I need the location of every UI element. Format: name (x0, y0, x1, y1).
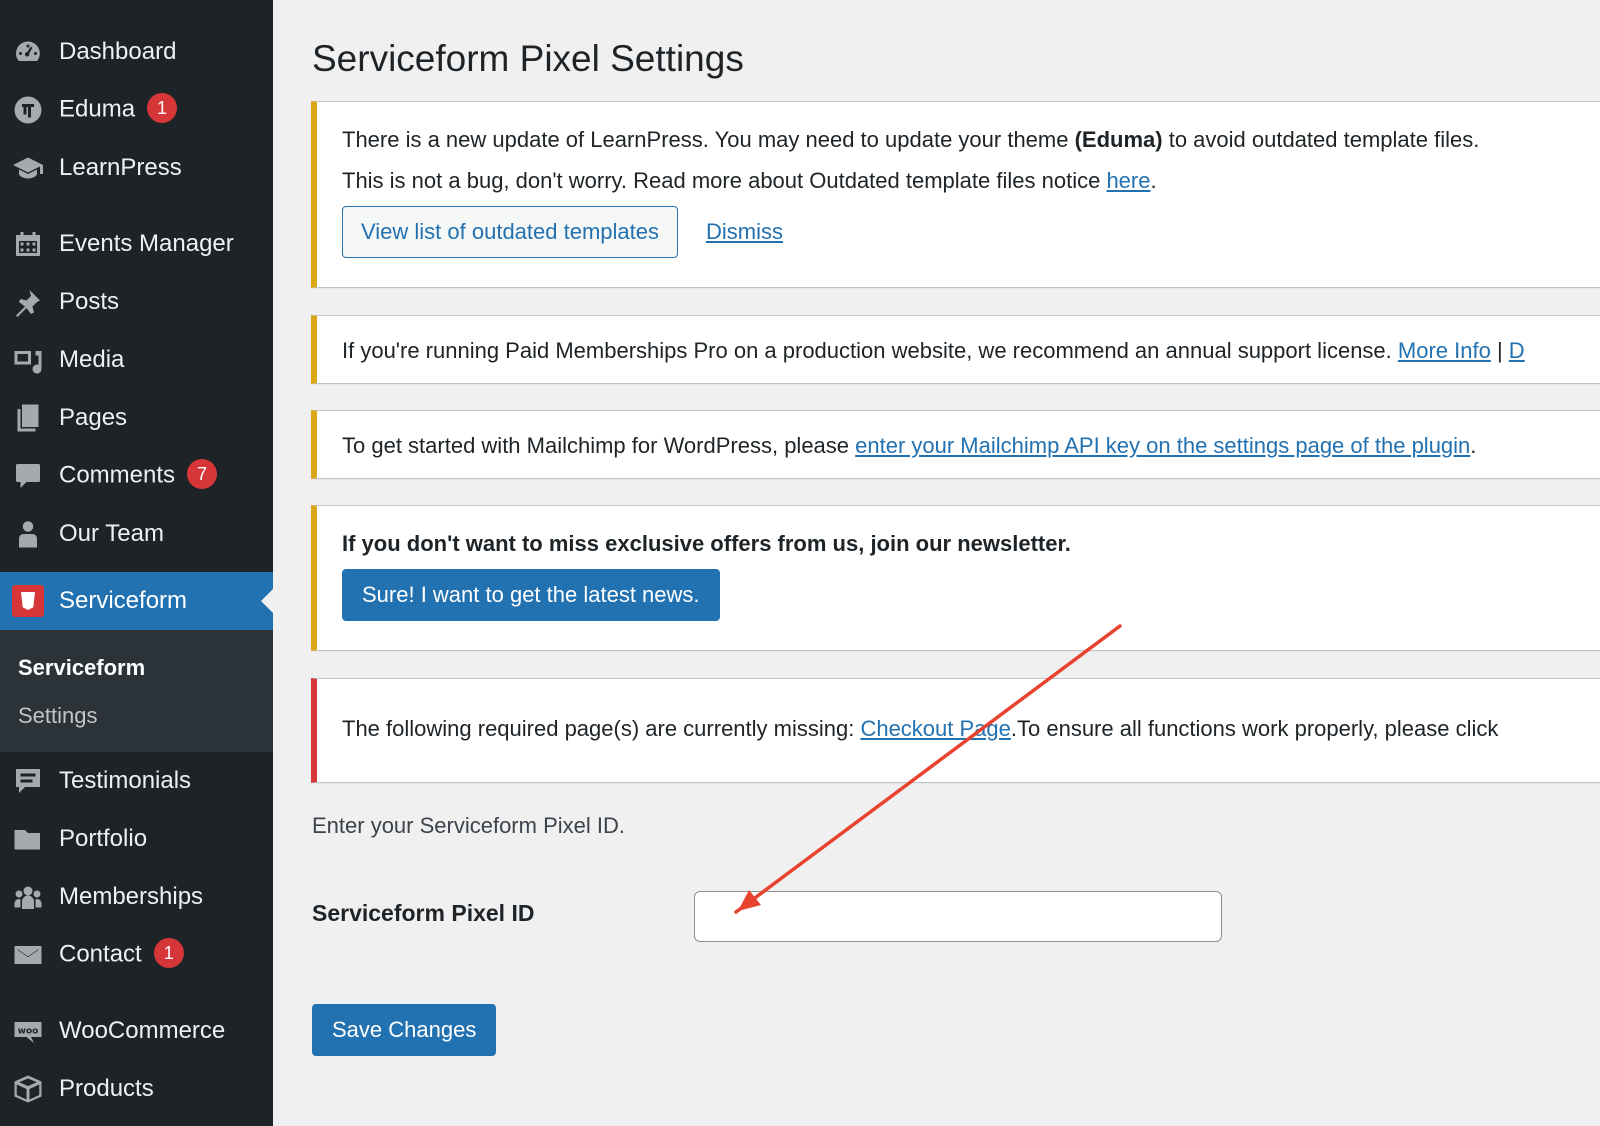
groups-icon (12, 881, 44, 913)
notice-message: If you're running Paid Memberships Pro o… (342, 338, 1398, 363)
update-count-badge: 1 (147, 93, 178, 123)
sidebar-item-posts[interactable]: Posts (0, 273, 273, 331)
notice-message: .To ensure all functions work properly, … (1010, 716, 1499, 741)
dashboard-icon (12, 36, 44, 68)
comment-icon (12, 460, 44, 492)
email-icon (12, 939, 44, 971)
active-indicator-arrow (261, 589, 273, 613)
sidebar-item-label: Media (59, 346, 125, 373)
link-separator: | (1490, 338, 1509, 363)
sidebar-item-label: Events Manager (59, 230, 234, 257)
contact-count-badge: 1 (153, 938, 184, 968)
truncated-link[interactable]: D (1509, 338, 1525, 363)
eduma-icon (12, 94, 44, 126)
sidebar-item-label: Contact (59, 940, 142, 968)
here-link[interactable]: here (1106, 168, 1150, 193)
calendar-icon (12, 228, 44, 260)
pin-icon (12, 286, 44, 318)
admin-sidebar: Dashboard Eduma 1 LearnPress Events Manag… (0, 0, 273, 1126)
more-info-link[interactable]: More Info (1398, 338, 1491, 363)
sidebar-item-eduma[interactable]: Eduma 1 (0, 81, 273, 139)
testimonial-icon (12, 765, 44, 797)
sidebar-item-memberships[interactable]: Memberships (0, 868, 273, 926)
sidebar-item-learnpress[interactable]: LearnPress (0, 139, 273, 197)
notice-line-1: There is a new update of LearnPress. You… (342, 127, 1479, 153)
pmpro-support-notice: If you're running Paid Memberships Pro o… (311, 315, 1600, 384)
notice-line-2: This is not a bug, don't worry. Read mor… (342, 168, 1157, 194)
sidebar-item-label: Eduma (59, 95, 136, 123)
serviceform-submenu: Serviceform Settings (0, 630, 273, 752)
sidebar-item-label: Portfolio (59, 825, 148, 852)
sidebar-item-serviceform[interactable]: Serviceform (0, 572, 273, 630)
sidebar-item-products[interactable]: Products (0, 1060, 273, 1118)
sidebar-item-label: LearnPress (59, 154, 182, 181)
mailchimp-notice: To get started with Mailchimp for WordPr… (311, 410, 1600, 479)
sidebar-item-label: Products (59, 1075, 154, 1102)
sidebar-item-label: Memberships (59, 883, 204, 910)
notice-text: If you're running Paid Memberships Pro o… (342, 338, 1525, 364)
page-title: Serviceform Pixel Settings (312, 38, 744, 79)
missing-pages-notice: The following required page(s) are curre… (311, 678, 1600, 783)
newsletter-message: If you don't want to miss exclusive offe… (342, 531, 1071, 556)
notice-punctuation: . (1470, 433, 1477, 458)
sidebar-item-dashboard[interactable]: Dashboard (0, 23, 273, 81)
view-outdated-templates-button[interactable]: View list of outdated templates (342, 206, 678, 258)
box-icon (12, 1073, 44, 1105)
submenu-item-serviceform[interactable]: Serviceform (18, 655, 145, 681)
subscribe-newsletter-button[interactable]: Sure! I want to get the latest news. (342, 569, 720, 621)
sidebar-item-label: Our Team (59, 520, 164, 547)
sidebar-item-label: Posts (59, 288, 120, 315)
notice-text: The following required page(s) are curre… (342, 716, 1498, 742)
svg-text:woo: woo (18, 1026, 39, 1036)
notice-text: This is not a bug, don't worry. Read mor… (342, 168, 1107, 193)
sidebar-item-label: Dashboard (59, 38, 177, 65)
sidebar-item-label: Testimonials (59, 767, 192, 794)
sidebar-item-our-team[interactable]: Our Team (0, 505, 273, 563)
sidebar-item-media[interactable]: Media (0, 331, 273, 389)
learnpress-update-notice: There is a new update of LearnPress. You… (311, 101, 1600, 288)
woo-icon: woo (12, 1015, 44, 1047)
team-icon (12, 518, 44, 550)
sidebar-item-contact[interactable]: Contact 1 (0, 926, 273, 984)
dismiss-link[interactable]: Dismiss (706, 219, 783, 245)
main-content: Serviceform Pixel Settings There is a ne… (273, 0, 1600, 1126)
theme-name: (Eduma) (1074, 127, 1163, 152)
pages-icon (12, 402, 44, 434)
sidebar-item-events-manager[interactable]: Events Manager (0, 215, 273, 273)
comment-count-badge: 7 (187, 459, 218, 489)
notice-text: To get started with Mailchimp for WordPr… (342, 433, 1476, 459)
sidebar-item-label: Comments (59, 461, 176, 489)
notice-message: To get started with Mailchimp for WordPr… (342, 433, 856, 458)
folder-icon (12, 823, 44, 855)
notice-text: . (1150, 168, 1157, 193)
pixel-id-label: Serviceform Pixel ID (312, 900, 535, 926)
media-icon (12, 344, 44, 376)
graduation-cap-icon (12, 152, 44, 184)
notice-text: to avoid outdated template files. (1162, 127, 1480, 152)
sidebar-item-comments[interactable]: Comments 7 (0, 447, 273, 505)
sidebar-item-woocommerce[interactable]: woo WooCommerce (0, 1002, 273, 1060)
notice-message: The following required page(s) are curre… (342, 716, 861, 741)
checkout-page-link[interactable]: Checkout Page (860, 716, 1010, 741)
sidebar-item-portfolio[interactable]: Portfolio (0, 810, 273, 868)
pixel-id-input[interactable] (694, 891, 1222, 942)
sidebar-item-label: Pages (59, 404, 128, 431)
serviceform-icon (12, 585, 44, 617)
notice-text: There is a new update of LearnPress. You… (342, 127, 1075, 152)
newsletter-notice: If you don't want to miss exclusive offe… (311, 505, 1600, 651)
sidebar-item-testimonials[interactable]: Testimonials (0, 752, 273, 810)
save-changes-button[interactable]: Save Changes (312, 1004, 497, 1056)
pixel-id-description: Enter your Serviceform Pixel ID. (312, 813, 625, 838)
mailchimp-api-key-link[interactable]: enter your Mailchimp API key on the sett… (855, 433, 1470, 458)
submenu-item-settings[interactable]: Settings (18, 703, 98, 729)
sidebar-item-label: Serviceform (59, 587, 188, 614)
sidebar-item-label: WooCommerce (59, 1017, 226, 1044)
sidebar-item-pages[interactable]: Pages (0, 389, 273, 447)
